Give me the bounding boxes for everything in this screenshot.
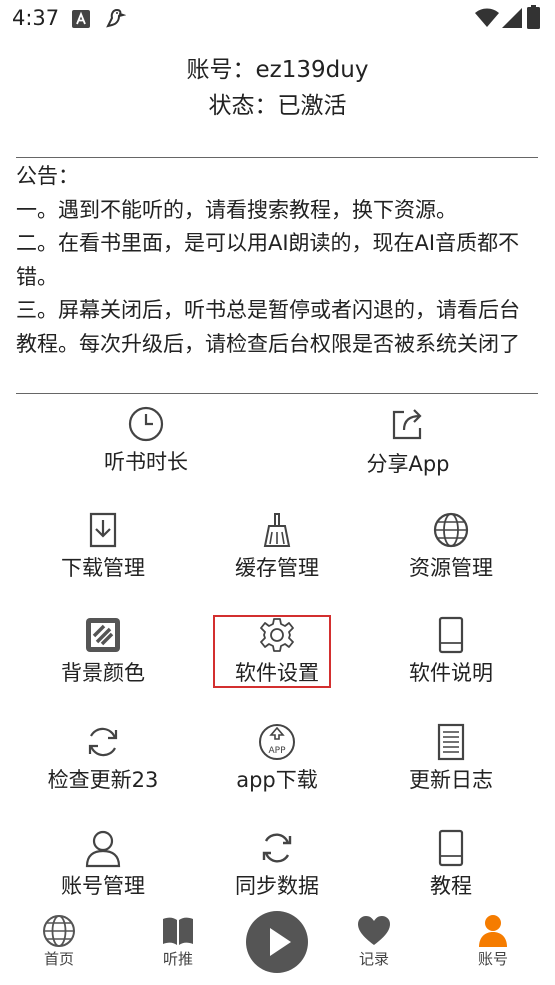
document-icon (437, 723, 465, 761)
nav-account-label: 账号 (477, 950, 508, 968)
account-status: 状态：已激活 (208, 93, 347, 119)
tile-label: app下载 (236, 768, 318, 792)
tile-label: 同步数据 (235, 874, 319, 898)
sync-icon (262, 833, 292, 863)
nav-records-label: 记录 (358, 950, 389, 968)
selection-highlight (213, 615, 331, 688)
download-icon (89, 512, 117, 548)
account-id: 账号：ez139duy (186, 57, 369, 83)
globe-icon (43, 915, 75, 947)
broom-icon (263, 513, 291, 547)
play-icon (270, 928, 291, 956)
tile-label: 更新日志 (409, 768, 493, 792)
nav-listen-rec[interactable]: 听推 (133, 913, 223, 969)
user-icon (85, 830, 121, 868)
clock-icon (128, 406, 164, 442)
app-update-icon: APP (259, 724, 295, 760)
tile-app-manual[interactable]: 软件说明 (363, 615, 539, 715)
tile-share-app[interactable]: 分享App (320, 404, 496, 504)
tablet-icon (438, 829, 464, 867)
account-info: 账号：ez139duy 状态：已激活 (0, 52, 555, 124)
tile-label: 背景颜色 (61, 661, 145, 685)
tile-label: 检查更新23 (47, 768, 159, 792)
nav-records[interactable]: 记录 (329, 913, 419, 969)
tile-changelog[interactable]: 更新日志 (363, 722, 539, 822)
tile-label: 软件说明 (409, 661, 493, 685)
tile-bg-color[interactable]: 背景颜色 (15, 615, 191, 715)
share-icon (392, 409, 422, 440)
divider-top (16, 157, 538, 158)
tile-check-update[interactable]: 检查更新23 (15, 722, 191, 822)
tile-label: 教程 (430, 874, 472, 898)
tile-label: 资源管理 (409, 556, 493, 580)
tile-app-download[interactable]: APP app下载 (189, 722, 365, 822)
notification-a-icon (72, 10, 90, 28)
nav-listen-rec-label: 听推 (162, 950, 193, 968)
status-bar: 4:37 (0, 0, 555, 38)
play-button[interactable] (246, 911, 308, 973)
tile-cache-mgmt[interactable]: 缓存管理 (189, 510, 365, 610)
tile-source-mgmt[interactable]: 资源管理 (363, 510, 539, 610)
refresh-icon (88, 727, 118, 757)
phone-icon (438, 616, 464, 654)
tile-label: 分享App (366, 452, 450, 476)
tile-listen-time[interactable]: 听书时长 (58, 404, 234, 504)
heart-icon (358, 916, 390, 945)
wifi-icon (475, 8, 499, 27)
signal-icon (502, 8, 522, 28)
tile-label: 账号管理 (61, 874, 145, 898)
tile-label: 听书时长 (104, 450, 188, 474)
globe-icon (433, 512, 469, 548)
tile-label: 缓存管理 (235, 556, 319, 580)
battery-icon (527, 5, 540, 29)
nav-account[interactable]: 账号 (448, 913, 538, 969)
tile-label: 下载管理 (61, 556, 145, 580)
status-time: 4:37 (12, 6, 60, 30)
tile-download-mgmt[interactable]: 下载管理 (15, 510, 191, 610)
notice-text: 公告： 一。遇到不能听的，请看搜索教程，换下资源。 二。在看书里面，是可以用AI… (16, 164, 520, 356)
pattern-icon (86, 618, 120, 652)
nav-home[interactable]: 首页 (14, 913, 104, 969)
bird-app-icon (106, 8, 126, 28)
divider-bottom (16, 393, 538, 394)
nav-home-label: 首页 (43, 950, 74, 968)
bottom-nav: 首页 听推 记录 账号 (0, 905, 555, 985)
svg-text:APP: APP (268, 746, 286, 756)
book-icon (163, 917, 193, 945)
user-icon (479, 915, 507, 947)
